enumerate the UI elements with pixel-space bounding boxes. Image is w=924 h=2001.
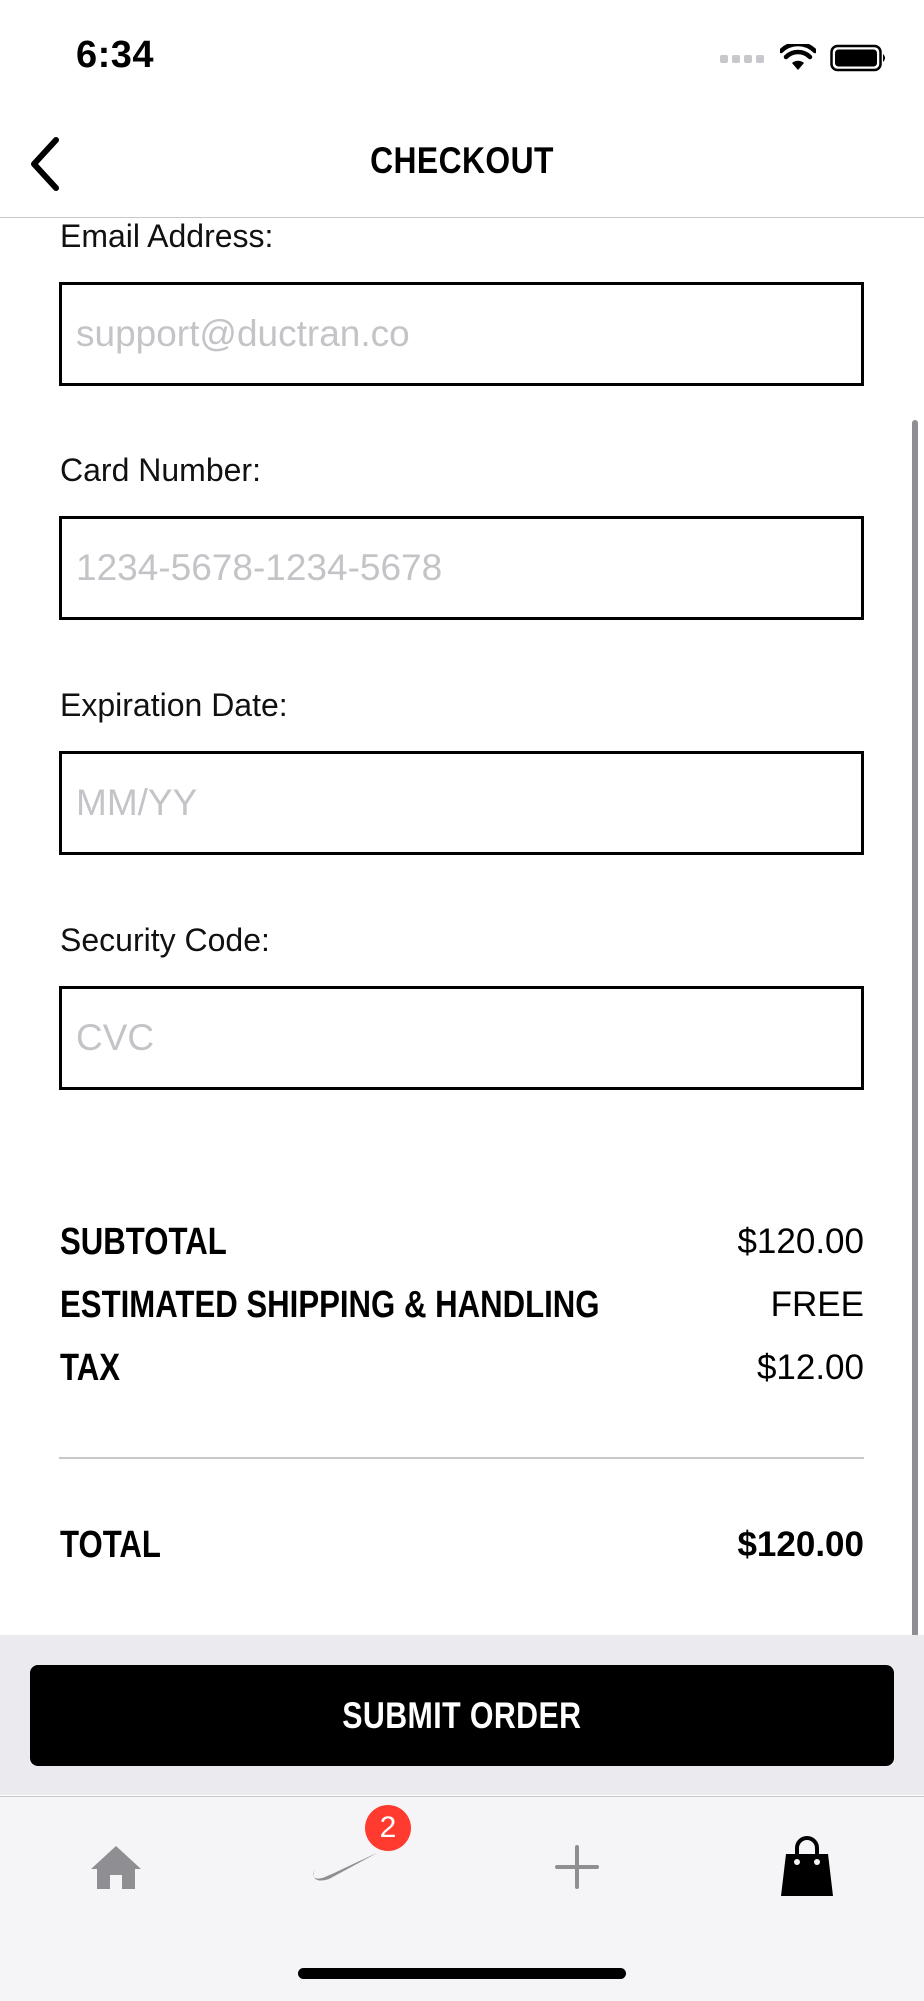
submit-order-label: SUBMIT ORDER — [342, 1694, 582, 1736]
card-number-label: Card Number: — [60, 452, 261, 488]
scrollbar[interactable] — [912, 420, 918, 1785]
card-number-field[interactable] — [62, 519, 861, 617]
tax-label: TAX — [60, 1347, 121, 1389]
navigation-bar: CHECKOUT — [0, 110, 924, 218]
page-title: CHECKOUT — [370, 140, 554, 181]
cellular-signal-icon — [720, 55, 764, 63]
battery-icon — [830, 44, 885, 72]
shipping-label: ESTIMATED SHIPPING & HANDLING — [60, 1284, 600, 1326]
swoosh-icon — [313, 1853, 377, 1881]
email-field[interactable] — [62, 285, 861, 383]
wifi-icon — [780, 44, 816, 70]
status-bar: 6:34 — [0, 0, 924, 110]
tab-home[interactable] — [66, 1827, 166, 1907]
expiration-date-label: Expiration Date: — [60, 687, 288, 723]
chevron-left-icon — [31, 137, 59, 191]
home-indicator[interactable] — [298, 1968, 626, 1979]
shipping-value: FREE — [770, 1285, 864, 1324]
tax-value: $12.00 — [756, 1348, 864, 1387]
email-field-box — [59, 282, 864, 386]
expiration-date-field[interactable] — [62, 754, 861, 852]
email-label: Email Address: — [60, 218, 274, 254]
total-label: TOTAL — [60, 1524, 161, 1566]
status-time: 6:34 — [76, 34, 155, 76]
security-code-field-box — [59, 986, 864, 1090]
favorites-badge: 2 — [365, 1805, 411, 1851]
subtotal-value: $120.00 — [737, 1222, 864, 1261]
home-icon — [91, 1846, 141, 1889]
tab-bag[interactable] — [757, 1827, 857, 1907]
summary-divider — [59, 1457, 864, 1459]
submit-order-button[interactable]: SUBMIT ORDER — [30, 1665, 894, 1766]
status-icons — [720, 40, 888, 76]
subtotal-label: SUBTOTAL — [60, 1221, 227, 1263]
card-number-field-box — [59, 516, 864, 620]
plus-icon — [555, 1845, 599, 1889]
checkout-action-area: SUBMIT ORDER — [0, 1635, 924, 1795]
security-code-field[interactable] — [62, 989, 861, 1087]
security-code-label: Security Code: — [60, 922, 270, 958]
total-value: $120.00 — [737, 1525, 864, 1564]
tab-add[interactable] — [527, 1827, 627, 1907]
expiration-date-field-box — [59, 751, 864, 855]
shopping-bag-icon — [781, 1836, 833, 1896]
